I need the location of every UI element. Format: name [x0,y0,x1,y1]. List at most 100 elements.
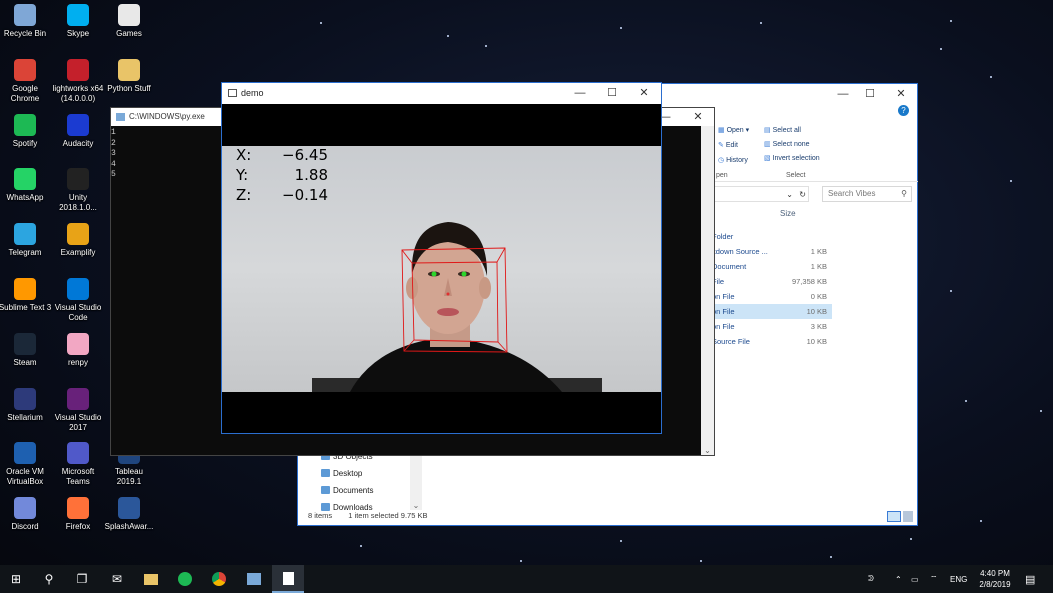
file-row[interactable]: kdown Source ... 1 KB [712,244,832,259]
desktop-icon-chrome[interactable]: Google Chrome [0,58,52,104]
desktop-icon-telegram[interactable]: Telegram [0,223,52,258]
desktop-icon-vscode[interactable]: Visual Studio Code [51,278,105,323]
desktop-icon-label: Discord [11,522,39,532]
large-icons-view-icon[interactable] [903,511,913,522]
desktop-icon-label: Stellarium [7,412,43,422]
notifications-icon[interactable]: ▤ [1025,565,1035,593]
left-eye-marker [431,271,437,277]
desktop-icon-examplify[interactable]: Examplify [51,223,105,258]
search-icon[interactable]: ⚲ [33,565,65,593]
desktop-icon-recycle-bin[interactable]: Recycle Bin [0,4,52,39]
nav-item[interactable]: Documents [298,482,410,499]
network-icon[interactable]: ⌔ [930,565,938,593]
star [447,35,449,37]
desktop-icon-label: Unity 2018.1.0... [59,193,97,213]
details-view-icon[interactable] [887,511,901,522]
desktop-icon-folder[interactable]: Python Stuff [102,58,156,94]
desktop-icon-label: Recycle Bin [3,29,47,38]
file-row[interactable]: Document 1 KB [712,259,832,274]
chevron-down-icon[interactable]: ⌄ [786,187,793,203]
star [700,560,702,562]
desktop-icon-label: WhatsApp [6,193,44,203]
select-all-button[interactable]: ▤ Select all [764,126,801,134]
file-row[interactable]: on File 3 KB [712,319,832,334]
close-button[interactable]: ✕ [887,84,915,104]
clock[interactable]: 4:40 PM 2/8/2019 [975,568,1015,590]
discord-icon [14,497,36,520]
python-taskbar-icon[interactable] [238,565,270,593]
demo-close-button[interactable]: ✕ [630,83,658,104]
desktop-icon-unity[interactable]: Unity 2018.1.0... [51,168,105,213]
firefox-icon [67,497,89,520]
desktop-icon-spotify[interactable]: Spotify [0,113,52,149]
refresh-icon[interactable]: ↻ [799,187,806,203]
folder-icon [118,58,140,81]
chrome-taskbar-icon[interactable] [203,565,235,593]
desktop-icon-games[interactable]: Games [102,4,156,39]
desktop-icon-visual-studio[interactable]: Visual Studio 2017 [51,387,105,433]
file-explorer-icon[interactable] [135,565,167,593]
desktop-icon-steam[interactable]: Steam [0,332,52,368]
file-size: 0 KB [810,292,827,301]
demo-window[interactable]: demo — ☐ ✕ X: −6.45 Y: 1.88 Z: −0.14 [221,82,662,434]
desktop-icon-stellarium[interactable]: Stellarium [0,387,52,423]
open-button[interactable]: ▦ Open ▾ [718,126,749,134]
help-icon[interactable]: ? [898,105,909,116]
select-none-button[interactable]: ▥ Select none [764,140,810,148]
desktop-icon-firefox[interactable]: Firefox [51,497,105,532]
desktop-icon-label: Firefox [65,522,91,532]
task-view-icon[interactable]: ❐ [66,565,98,593]
desktop-icon-audacity[interactable]: Audacity [51,113,105,149]
start-button[interactable]: ⊞ [0,565,32,593]
minimize-button[interactable]: — [829,84,857,104]
desktop-icon-sublime[interactable]: Sublime Text 3 [0,278,52,313]
maximize-button[interactable]: ☐ [856,84,884,104]
demo-titlebar[interactable]: demo — ☐ ✕ [222,83,661,104]
invert-selection-button[interactable]: ▧ Invert selection [764,154,820,162]
file-row[interactable]: on File 10 KB [712,304,832,319]
desktop-icon-label: lightworks x64 (14.0.0.0) [52,83,104,103]
file-row[interactable]: on File 0 KB [712,289,832,304]
demo-taskbar-icon[interactable] [272,565,304,593]
people-icon[interactable]: ᕲ [868,565,874,593]
desktop-icon-skype[interactable]: Skype [51,4,105,39]
language-indicator[interactable]: ENG [950,565,967,593]
spotify-taskbar-icon[interactable] [169,565,201,593]
mouth [437,308,459,316]
search-input[interactable]: Search Vibes ⚲ [822,186,912,202]
console-close-button[interactable]: ✕ [684,108,712,126]
desktop-icon-label: Python Stuff [107,83,151,93]
star [980,520,982,522]
nav-item[interactable]: Desktop [298,465,410,482]
desktop-icon-teams[interactable]: Microsoft Teams [51,442,105,487]
nav-scrollbar[interactable]: ⌄ [410,454,422,510]
spotify-icon [14,113,36,136]
right-ear [479,277,491,299]
demo-minimize-button[interactable]: — [566,83,594,104]
desktop-icon-discord[interactable]: Discord [0,497,52,532]
desktop-icon-lightworks[interactable]: lightworks x64 (14.0.0.0) [51,58,105,104]
desktop-icon-word[interactable]: SplashAwar... [102,497,156,532]
desktop-icon-label: Games [116,29,142,38]
desktop-icon-label: Audacity [62,138,94,148]
console-title: C:\WINDOWS\py.exe [129,112,205,121]
edit-button[interactable]: ✎ Edit [718,141,738,149]
desktop-icon-virtualbox[interactable]: Oracle VM VirtualBox [0,442,52,487]
word-icon [118,497,140,520]
scroll-down-icon[interactable]: ⌄ [701,446,714,455]
tray-chevron-icon[interactable]: ⌃ [895,565,902,593]
desktop-icon-whatsapp[interactable]: WhatsApp [0,168,52,203]
address-bar[interactable]: ⌄ ↻ [712,186,809,202]
file-size: 3 KB [810,322,827,331]
history-button[interactable]: ◷ History [718,156,748,164]
column-header-size[interactable]: Size [780,209,796,218]
file-row[interactable]: File 97,358 KB [712,274,832,289]
file-row[interactable]: Folder [712,229,832,244]
mail-icon[interactable]: ✉ [101,565,133,593]
desktop-icon-label: Tableau 2019.1 [114,467,144,487]
desktop-icon-renpy[interactable]: renpy [51,332,105,368]
demo-maximize-button[interactable]: ☐ [598,83,626,104]
file-row[interactable]: Source File 10 KB [712,334,832,349]
console-scrollbar[interactable]: ⌄ [701,126,714,455]
sublime-icon [14,278,36,300]
